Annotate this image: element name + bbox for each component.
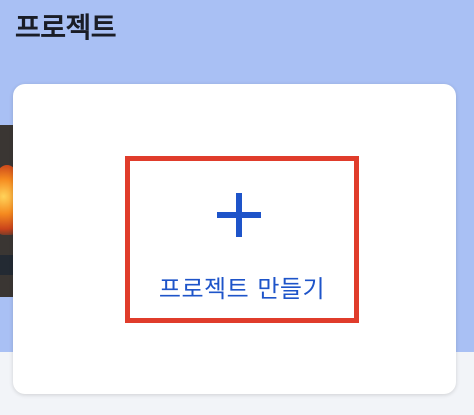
- plus-icon-vertical-bar: [236, 193, 242, 237]
- create-project-button[interactable]: 프로젝트 만들기: [125, 156, 359, 323]
- plus-icon: [217, 193, 261, 237]
- page-title: 프로젝트: [15, 11, 117, 44]
- create-project-label: 프로젝트 만들기: [158, 275, 326, 303]
